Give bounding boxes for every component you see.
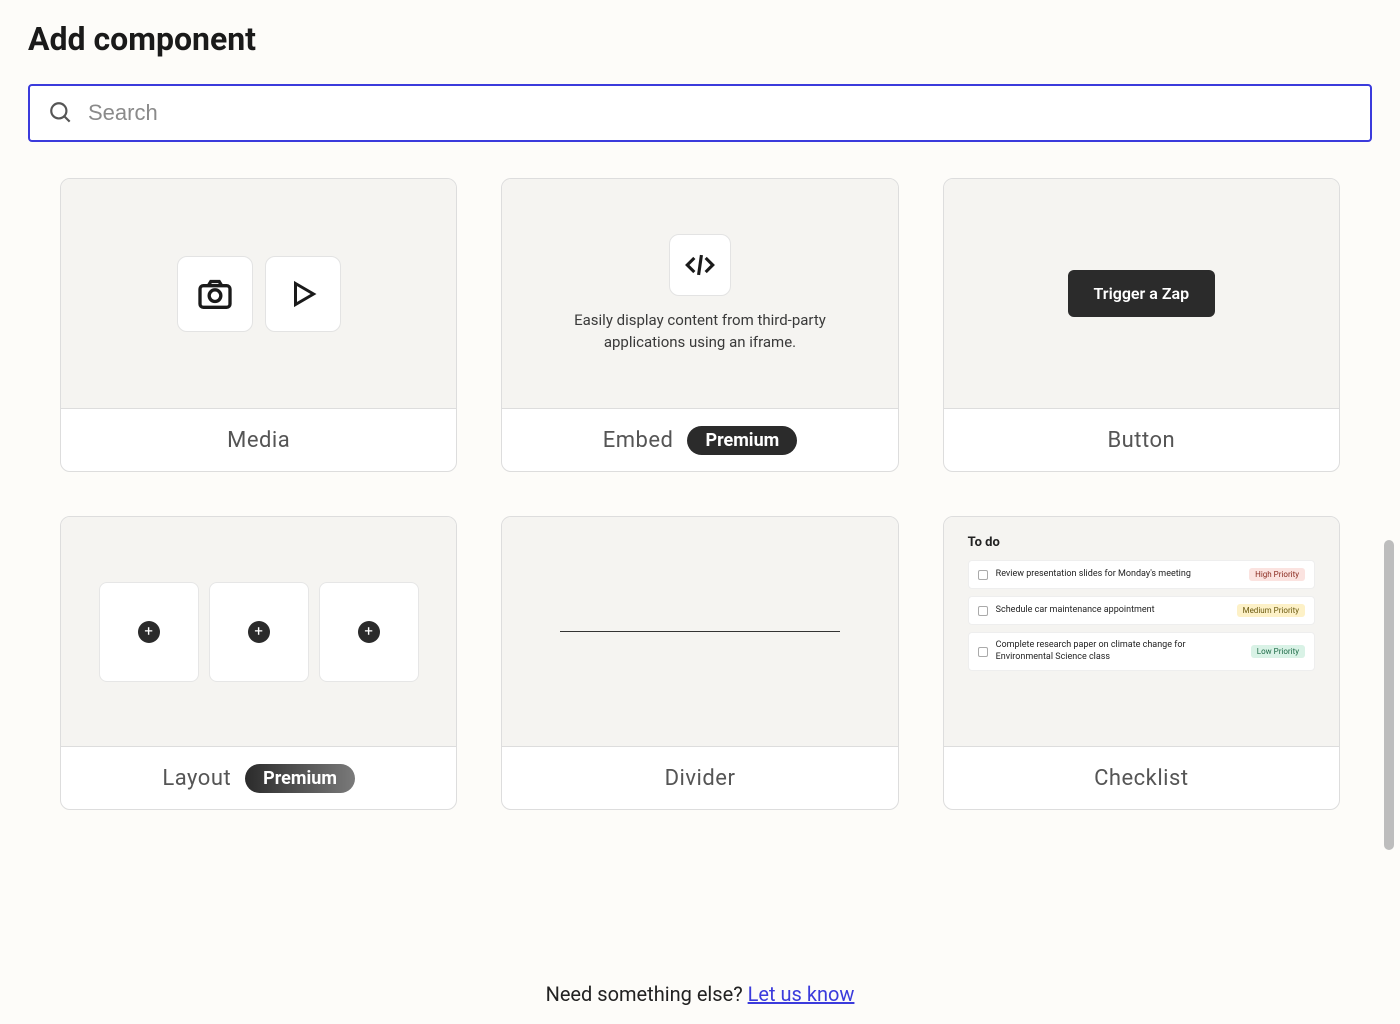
todo-item: Complete research paper on climate chang… xyxy=(968,632,1315,671)
checklist-preview: To do Review presentation slides for Mon… xyxy=(944,517,1339,747)
media-preview xyxy=(61,179,456,409)
search-input[interactable] xyxy=(88,100,1352,126)
camera-icon xyxy=(177,256,253,332)
card-label: Divider xyxy=(665,766,736,791)
search-icon xyxy=(48,100,74,126)
checkbox-icon xyxy=(978,606,988,616)
card-label: Embed xyxy=(603,428,674,453)
card-label: Layout xyxy=(162,766,231,791)
plus-icon: + xyxy=(358,621,380,643)
checkbox-icon xyxy=(978,570,988,580)
card-label: Media xyxy=(227,428,290,453)
scrollbar[interactable] xyxy=(1384,540,1394,850)
play-icon xyxy=(265,256,341,332)
todo-title: To do xyxy=(968,535,1315,550)
let-us-know-link[interactable]: Let us know xyxy=(748,982,855,1006)
footer-prompt: Need something else? xyxy=(546,982,748,1006)
embed-description: Easily display content from third-party … xyxy=(560,310,840,354)
premium-badge: Premium xyxy=(687,426,797,455)
todo-item: Schedule car maintenance appointment Med… xyxy=(968,596,1315,625)
todo-item: Review presentation slides for Monday's … xyxy=(968,560,1315,589)
layout-column: + xyxy=(99,582,199,682)
search-box[interactable] xyxy=(28,84,1372,142)
priority-badge: Medium Priority xyxy=(1237,604,1305,617)
checkbox-icon xyxy=(978,647,988,657)
layout-column: + xyxy=(319,582,419,682)
component-card-layout[interactable]: + + + Layout Premium xyxy=(60,516,457,810)
components-grid: Media Easily display content from third-… xyxy=(28,178,1372,954)
priority-badge: Low Priority xyxy=(1251,645,1305,658)
component-card-embed[interactable]: Easily display content from third-party … xyxy=(501,178,898,472)
button-preview: Trigger a Zap xyxy=(944,179,1339,409)
code-icon xyxy=(669,234,731,296)
page-title: Add component xyxy=(28,20,1372,58)
premium-badge: Premium xyxy=(245,764,355,793)
component-card-checklist[interactable]: To do Review presentation slides for Mon… xyxy=(943,516,1340,810)
plus-icon: + xyxy=(248,621,270,643)
footer: Need something else? Let us know xyxy=(28,954,1372,1024)
layout-preview: + + + xyxy=(61,517,456,747)
divider-line-icon xyxy=(560,631,840,632)
card-label: Button xyxy=(1107,428,1175,453)
card-label: Checklist xyxy=(1094,766,1189,791)
priority-badge: High Priority xyxy=(1249,568,1305,581)
component-card-media[interactable]: Media xyxy=(60,178,457,472)
layout-column: + xyxy=(209,582,309,682)
trigger-zap-button: Trigger a Zap xyxy=(1068,270,1216,317)
divider-preview xyxy=(502,517,897,747)
component-card-divider[interactable]: Divider xyxy=(501,516,898,810)
embed-preview: Easily display content from third-party … xyxy=(502,179,897,409)
plus-icon: + xyxy=(138,621,160,643)
component-card-button[interactable]: Trigger a Zap Button xyxy=(943,178,1340,472)
